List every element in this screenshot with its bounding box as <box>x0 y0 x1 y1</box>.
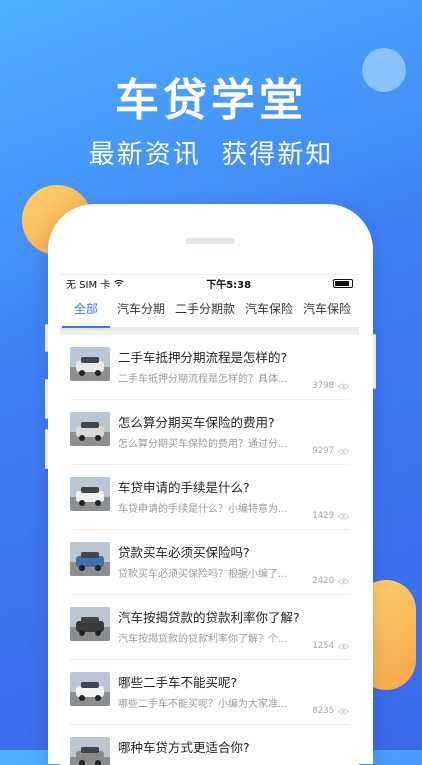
phone-mockup: 无 SIM 卡 下午5:38 全部 汽车分期 二手分期款 汽车保险 汽车保险 二… <box>45 204 376 765</box>
article-excerpt: 汽车按揭贷款的贷款利率你了解？个... <box>118 634 288 645</box>
tab-auto-insurance[interactable]: 汽车保险 <box>240 300 298 327</box>
wifi-icon <box>114 280 124 287</box>
battery-icon <box>332 278 353 288</box>
eye-icon <box>338 708 349 714</box>
car-image <box>70 542 110 576</box>
phone-button <box>45 429 48 469</box>
article-title: 哪些二手车不能买呢? <box>118 675 238 690</box>
category-tabs: 全部 汽车分期 二手分期款 汽车保险 汽车保险 <box>60 291 359 328</box>
phone-speaker <box>185 238 235 244</box>
carrier-label: 无 SIM 卡 <box>66 279 111 291</box>
article-title: 汽车按揭贷款的贷款利率你了解? <box>118 610 300 625</box>
eye-icon <box>338 383 349 389</box>
eye-icon <box>338 643 349 649</box>
view-count: 9297 <box>312 446 349 456</box>
view-count: 1429 <box>312 511 349 521</box>
tab-used-car-installment[interactable]: 二手分期款 <box>170 300 240 327</box>
article-title: 车贷申请的手续是什么? <box>118 480 250 495</box>
view-count: 8235 <box>312 706 349 716</box>
tabs-divider <box>60 328 359 335</box>
article-item[interactable]: 贷款买车必须买保险吗? 贷款买车必须买保险吗？根据小编了... 2420 <box>70 530 349 595</box>
view-count-value: 1254 <box>312 641 334 651</box>
article-excerpt: 怎么算分期买车保险的费用？通过分... <box>118 439 288 450</box>
phone-button <box>45 379 48 419</box>
article-thumbnail <box>70 477 110 511</box>
article-thumbnail <box>70 737 110 765</box>
article-thumbnail <box>70 607 110 641</box>
app-screen: 无 SIM 卡 下午5:38 全部 汽车分期 二手分期款 汽车保险 汽车保险 二… <box>60 274 359 765</box>
eye-icon <box>338 578 349 584</box>
car-image <box>70 672 110 706</box>
article-title: 怎么算分期买车保险的费用? <box>118 415 275 430</box>
car-image <box>70 347 110 381</box>
article-title: 贷款买车必须买保险吗? <box>118 545 250 560</box>
car-image <box>70 607 110 641</box>
article-thumbnail <box>70 542 110 576</box>
view-count-value: 2420 <box>312 576 334 586</box>
view-count-value: 3798 <box>312 381 334 391</box>
article-thumbnail <box>70 347 110 381</box>
article-thumbnail <box>70 672 110 706</box>
view-count: 3798 <box>312 381 349 391</box>
article-list: 二手车抵押分期流程是怎样的? 二手车抵押分期流程是怎样的？具体... 3798 <box>60 335 359 765</box>
view-count: 1254 <box>312 641 349 651</box>
car-image <box>70 737 110 765</box>
status-time: 下午5:38 <box>206 279 252 291</box>
tab-auto-insurance-2[interactable]: 汽车保险 <box>298 300 356 327</box>
article-title: 哪种车贷方式更适合你? <box>118 740 250 755</box>
view-count: 2420 <box>312 576 349 586</box>
hero-subtitle: 最新资讯 获得新知 <box>88 140 334 170</box>
article-item[interactable]: 汽车按揭贷款的贷款利率你了解? 汽车按揭贷款的贷款利率你了解？个... 1254 <box>70 595 349 660</box>
view-count-value: 9297 <box>312 446 334 456</box>
view-count-value: 8235 <box>312 706 334 716</box>
phone-button <box>45 324 48 352</box>
article-item[interactable]: 车贷申请的手续是什么? 车贷申请的手续是什么？小编特意为... 1429 <box>70 465 349 530</box>
status-bar: 无 SIM 卡 下午5:38 <box>60 275 359 291</box>
article-excerpt: 二手车抵押分期流程是怎样的？具体... <box>118 374 288 385</box>
article-excerpt: 哪些二手车不能买呢？小编为大家准... <box>118 699 288 710</box>
tab-auto-installment[interactable]: 汽车分期 <box>112 300 170 327</box>
article-excerpt: 贷款买车必须买保险吗？根据小编了... <box>118 569 288 580</box>
tab-all[interactable]: 全部 <box>60 300 112 328</box>
eye-icon <box>338 513 349 519</box>
eye-icon <box>338 448 349 454</box>
article-item[interactable]: 哪些二手车不能买呢? 哪些二手车不能买呢？小编为大家准... 8235 <box>70 660 349 725</box>
article-excerpt: 车贷申请的手续是什么？小编特意为... <box>118 504 288 515</box>
phone-button <box>373 334 376 389</box>
article-thumbnail <box>70 412 110 446</box>
car-image <box>70 412 110 446</box>
car-image <box>70 477 110 511</box>
article-item[interactable]: 二手车抵押分期流程是怎样的? 二手车抵押分期流程是怎样的？具体... 3798 <box>70 335 349 400</box>
article-item[interactable]: 怎么算分期买车保险的费用? 怎么算分期买车保险的费用？通过分... 9297 <box>70 400 349 465</box>
view-count-value: 1429 <box>312 511 334 521</box>
article-item[interactable]: 哪种车贷方式更适合你? <box>70 725 349 765</box>
hero-title: 车贷学堂 <box>115 75 307 126</box>
article-title: 二手车抵押分期流程是怎样的? <box>118 350 288 365</box>
